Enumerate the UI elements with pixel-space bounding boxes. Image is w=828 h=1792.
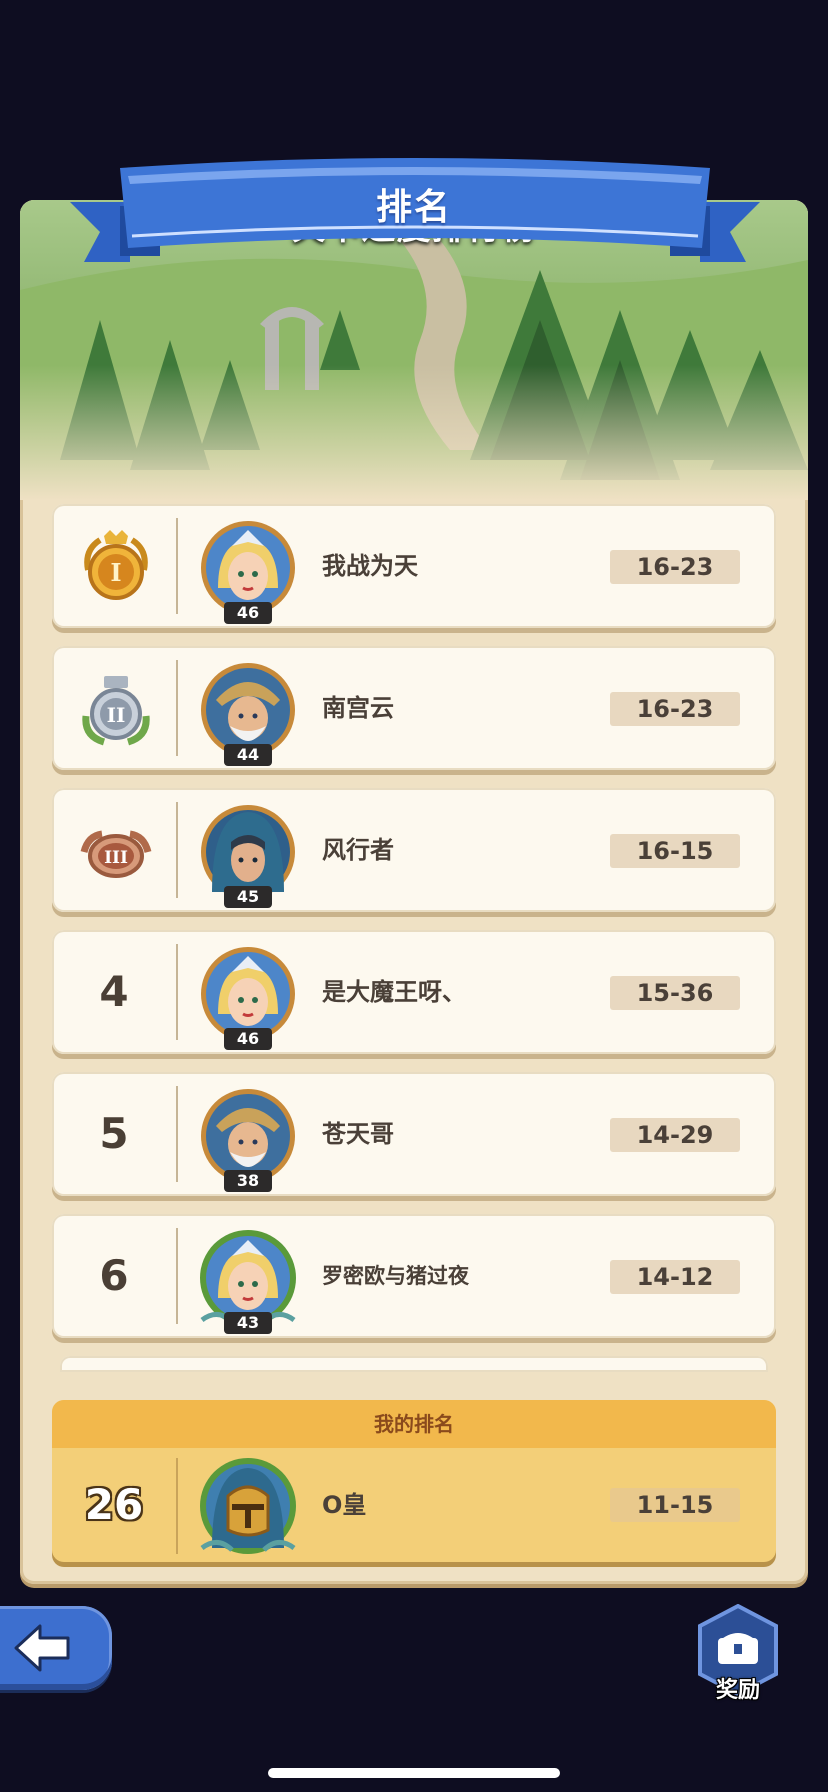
my-stage-progress: 11-15 bbox=[610, 1488, 740, 1522]
arrow-left-icon bbox=[14, 1624, 70, 1672]
row-divider bbox=[176, 944, 178, 1040]
level-badge: 43 bbox=[224, 1312, 272, 1334]
reward-button-label[interactable]: 奖励 bbox=[690, 1672, 786, 1704]
player-name: 南宫云 bbox=[322, 694, 394, 722]
level-badge: 38 bbox=[224, 1170, 272, 1192]
my-rank-card[interactable]: 我的排名 26 O皇 11-15 bbox=[52, 1400, 776, 1562]
leaderboard-row[interactable]: III 45 风行者 16-15 bbox=[52, 788, 776, 912]
level-badge: 44 bbox=[224, 744, 272, 766]
svg-text:III: III bbox=[104, 848, 128, 868]
leaderboard-row[interactable]: II 44 南宫云 16-23 bbox=[52, 646, 776, 770]
home-indicator[interactable] bbox=[268, 1768, 560, 1778]
page-title: 排名 bbox=[375, 187, 452, 228]
my-player-name: O皇 bbox=[322, 1491, 367, 1519]
row-divider bbox=[176, 1228, 178, 1324]
rank-number: 4 bbox=[99, 967, 129, 1016]
leaderboard-screen: 关卡进度排行榜 排名 I 46 我战为天 16-23 bbox=[0, 0, 828, 1792]
leaderboard-row[interactable]: 4 46 是大魔王呀、 15-36 bbox=[52, 930, 776, 1054]
svg-text:I: I bbox=[110, 558, 121, 587]
row-divider bbox=[176, 518, 178, 614]
stage-progress: 15-36 bbox=[610, 976, 740, 1010]
row-divider bbox=[176, 802, 178, 898]
stage-progress: 16-23 bbox=[610, 550, 740, 584]
player-name: 是大魔王呀、 bbox=[322, 978, 466, 1006]
level-badge: 46 bbox=[224, 602, 272, 624]
my-rank-header: 我的排名 bbox=[52, 1400, 776, 1448]
level-badge: 46 bbox=[224, 1028, 272, 1050]
back-button[interactable] bbox=[0, 1606, 112, 1690]
player-name: 苍天哥 bbox=[322, 1120, 394, 1148]
golden-helmet-knight-avatar[interactable] bbox=[198, 1456, 298, 1556]
rank-number: 6 bbox=[99, 1251, 129, 1300]
player-name: 风行者 bbox=[322, 836, 394, 864]
leaderboard-row[interactable]: 6 43 罗密欧与猪过夜 14-12 bbox=[52, 1214, 776, 1338]
stage-progress: 14-12 bbox=[610, 1260, 740, 1294]
player-name: 我战为天 bbox=[322, 552, 418, 580]
row-divider bbox=[176, 1086, 178, 1182]
silver-medal-icon: II bbox=[82, 676, 150, 746]
row-divider bbox=[176, 660, 178, 756]
level-badge: 45 bbox=[224, 886, 272, 908]
row-divider bbox=[176, 1458, 178, 1554]
rank-number: 5 bbox=[99, 1109, 129, 1158]
stage-progress: 16-15 bbox=[610, 834, 740, 868]
gold-medal-icon: I bbox=[84, 530, 148, 600]
my-rank-number: 26 bbox=[84, 1480, 144, 1529]
bronze-medal-icon: III bbox=[80, 830, 152, 878]
stage-progress: 16-23 bbox=[610, 692, 740, 726]
player-name: 罗密欧与猪过夜 bbox=[322, 1264, 469, 1288]
leaderboard-row[interactable]: 5 38 苍天哥 14-29 bbox=[52, 1072, 776, 1196]
stage-progress: 14-29 bbox=[610, 1118, 740, 1152]
leaderboard-row[interactable]: I 46 我战为天 16-23 bbox=[52, 504, 776, 628]
svg-text:II: II bbox=[107, 703, 126, 727]
next-row-peek bbox=[60, 1356, 768, 1372]
